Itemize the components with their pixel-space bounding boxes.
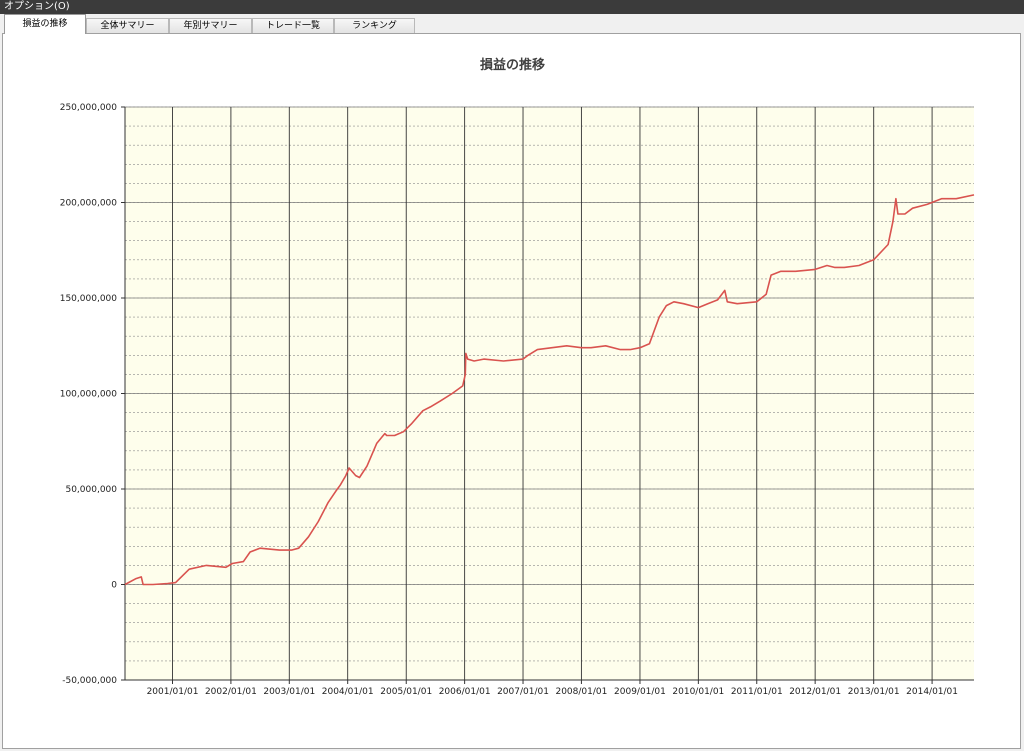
x-tick-label: 2005/01/01 bbox=[380, 687, 432, 697]
pnl-line-chart: -50,000,000 0 50,000,000 100,000,000 150,000… bbox=[60, 103, 975, 697]
y-tick-label: 100,000,000 bbox=[60, 390, 118, 400]
y-tick-label: 250,000,000 bbox=[60, 103, 118, 113]
tab-strip: 損益の推移 全体サマリー 年別サマリー トレード一覧 ランキング bbox=[0, 14, 1024, 34]
tab-pnl-trend[interactable]: 損益の推移 bbox=[4, 14, 86, 34]
tab-yearly-summary[interactable]: 年別サマリー bbox=[169, 18, 252, 33]
x-tick-label: 2003/01/01 bbox=[263, 687, 315, 697]
x-tick-label: 2013/01/01 bbox=[848, 687, 900, 697]
x-tick-label: 2010/01/01 bbox=[672, 687, 724, 697]
x-tick-label: 2001/01/01 bbox=[147, 687, 199, 697]
x-tick-label: 2012/01/01 bbox=[789, 687, 841, 697]
menu-bar: オプション(O) bbox=[0, 0, 1024, 14]
x-tick-label: 2004/01/01 bbox=[322, 687, 374, 697]
x-tick-label: 2002/01/01 bbox=[205, 687, 257, 697]
x-tick-label: 2011/01/01 bbox=[731, 687, 783, 697]
tab-ranking[interactable]: ランキング bbox=[334, 18, 415, 33]
y-tick-label: -50,000,000 bbox=[62, 676, 117, 686]
x-tick-label: 2008/01/01 bbox=[555, 687, 607, 697]
tab-trade-list[interactable]: トレード一覧 bbox=[252, 18, 334, 33]
chart-panel: 損益の推移 -50,000,000 0 50,000,000 100,000,000 1… bbox=[2, 33, 1021, 749]
y-tick-label: 50,000,000 bbox=[65, 485, 117, 495]
x-tick-label: 2007/01/01 bbox=[497, 687, 549, 697]
y-tick-label: 150,000,000 bbox=[60, 294, 118, 304]
x-tick-label: 2006/01/01 bbox=[439, 687, 491, 697]
x-tick-label: 2009/01/01 bbox=[614, 687, 666, 697]
y-tick-label: 0 bbox=[111, 581, 117, 591]
tab-overall-summary[interactable]: 全体サマリー bbox=[86, 18, 169, 33]
options-menu[interactable]: オプション(O) bbox=[0, 1, 70, 12]
y-tick-label: 200,000,000 bbox=[60, 199, 118, 209]
x-tick-label: 2014/01/01 bbox=[906, 687, 958, 697]
